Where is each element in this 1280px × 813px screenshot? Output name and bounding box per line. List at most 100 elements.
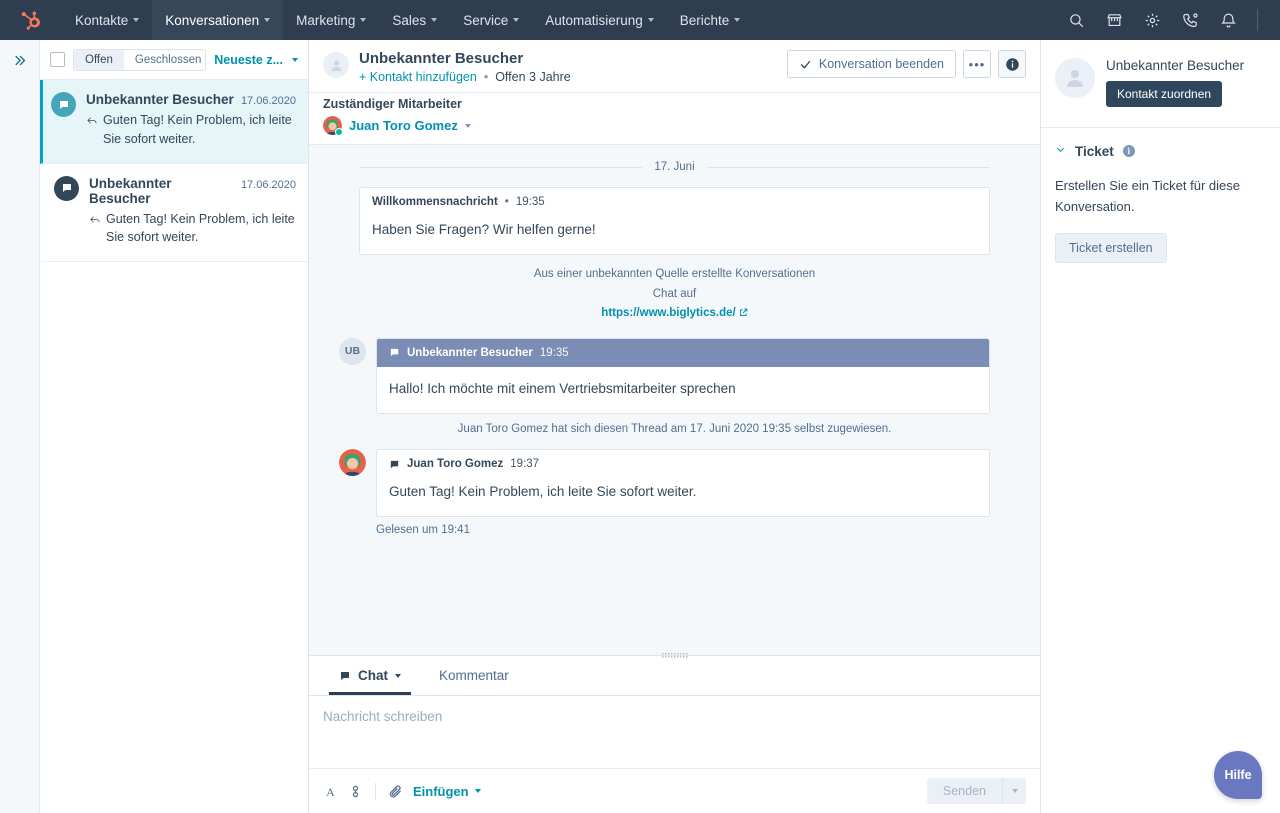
conversation-list-header: Offen Geschlossen Neueste z... [40, 40, 308, 80]
avatar [54, 176, 79, 201]
tab-chat[interactable]: Chat [329, 656, 411, 695]
chat-bubble-icon [58, 99, 70, 111]
help-widget-button[interactable]: Hilfe [1214, 751, 1262, 799]
filter-tab-geschlossen[interactable]: Geschlossen [124, 50, 206, 70]
insert-label: Einfügen [413, 784, 469, 799]
overflow-dots-icon: ••• [969, 57, 986, 72]
chevron-down-icon [1012, 789, 1018, 793]
tab-kommentar[interactable]: Kommentar [429, 656, 519, 695]
message-placeholder: Nachricht schreiben [323, 709, 1026, 724]
date-divider-label: 17. Juni [654, 161, 694, 173]
tab-label: Kommentar [439, 668, 509, 683]
expand-sidebar-button[interactable] [12, 53, 27, 813]
message-time: 19:37 [510, 458, 539, 470]
message-time: 19:35 [516, 196, 545, 208]
conversation-preview: Guten Tag! Kein Problem, ich leite Sie s… [106, 210, 296, 248]
nav-item-berichte[interactable]: Berichte [667, 0, 754, 40]
conversation-header: Unbekannter Besucher + Kontakt hinzufüge… [309, 40, 1040, 93]
phone-icon[interactable] [1173, 0, 1207, 40]
assignee-label: Zuständiger Mitarbeiter [323, 97, 1026, 111]
status-filter-tabs: Offen Geschlossen [73, 49, 206, 71]
info-icon[interactable]: i [1123, 145, 1135, 157]
nav-label: Berichte [680, 13, 730, 28]
status-text: Offen 3 Jahre [495, 70, 571, 84]
conversation-info-button[interactable] [998, 50, 1026, 78]
notifications-bell-icon[interactable] [1211, 0, 1245, 40]
send-options-button[interactable] [1002, 778, 1026, 804]
avatar [51, 92, 76, 117]
nav-item-automatisierung[interactable]: Automatisierung [532, 0, 667, 40]
message-sender: Unbekannter Besucher [407, 347, 533, 359]
agent-message-card: Juan Toro Gomez 19:37 Guten Tag! Kein Pr… [376, 449, 990, 517]
link-icon[interactable] [348, 784, 363, 799]
send-button[interactable]: Senden [927, 778, 1002, 804]
assignee-name[interactable]: Juan Toro Gomez [349, 118, 458, 133]
separator: • [484, 70, 488, 84]
conversation-list-item[interactable]: Unbekannter Besucher 17.06.2020 Guten Ta… [40, 164, 308, 263]
contact-summary: Unbekannter Besucher Kontakt zuordnen [1041, 40, 1280, 128]
read-receipt: Gelesen um 19:41 [376, 524, 1020, 536]
composer-toolbar: A Einfügen Senden [309, 768, 1040, 813]
double-chevron-right-icon [12, 53, 27, 68]
conversation-date: 17.06.2020 [241, 95, 296, 107]
nav-utility-icons [1059, 0, 1280, 40]
close-conversation-button[interactable]: Konversation beenden [787, 50, 956, 78]
agent-message-row: Juan Toro Gomez 19:37 Guten Tag! Kein Pr… [329, 449, 1020, 536]
chevron-down-icon [395, 674, 401, 678]
message-sender: Juan Toro Gomez [407, 458, 503, 470]
ticket-section: Ticket i Erstellen Sie ein Ticket für di… [1041, 128, 1280, 281]
filter-tab-offen[interactable]: Offen [74, 50, 124, 70]
search-icon[interactable] [1059, 0, 1093, 40]
text-format-icon[interactable]: A [323, 784, 338, 799]
chat-bubble-icon [389, 347, 400, 358]
nav-item-kontakte[interactable]: Kontakte [62, 0, 152, 40]
ticket-section-title: Ticket [1075, 144, 1114, 159]
create-ticket-button[interactable]: Ticket erstellen [1055, 233, 1167, 263]
left-rail [0, 40, 40, 813]
contact-sidebar: Unbekannter Besucher Kontakt zuordnen Ti… [1040, 40, 1280, 813]
chevron-down-icon [648, 18, 654, 22]
message-text: Haben Sie Fragen? Wir helfen gerne! [360, 216, 989, 254]
conversation-list-item[interactable]: Unbekannter Besucher 17.06.2020 Guten Ta… [40, 80, 308, 164]
chevron-down-icon [292, 58, 298, 62]
more-options-button[interactable]: ••• [963, 50, 991, 78]
info-icon [1005, 57, 1020, 72]
page-title: Unbekannter Besucher [359, 50, 571, 67]
settings-gear-icon[interactable] [1135, 0, 1169, 40]
attachment-clip-icon[interactable] [388, 784, 403, 799]
hubspot-logo[interactable] [0, 0, 62, 40]
marketplace-icon[interactable] [1097, 0, 1131, 40]
nav-item-service[interactable]: Service [450, 0, 532, 40]
ticket-section-header[interactable]: Ticket i [1055, 142, 1266, 160]
main-nav-items: Kontakte Konversationen Marketing Sales … [62, 0, 753, 40]
conversation-detail-panel: Unbekannter Besucher + Kontakt hinzufüge… [309, 40, 1040, 813]
visitor-message-card: Unbekannter Besucher 19:35 Hallo! Ich mö… [376, 338, 990, 414]
nav-label: Service [463, 13, 508, 28]
app-body: Offen Geschlossen Neueste z... Unbekannt… [0, 40, 1280, 813]
svg-text:A: A [326, 784, 335, 798]
nav-item-konversationen[interactable]: Konversationen [152, 0, 283, 40]
nav-item-sales[interactable]: Sales [379, 0, 450, 40]
message-input[interactable]: Nachricht schreiben [309, 696, 1040, 768]
contact-avatar [323, 52, 349, 78]
avatar: UB [339, 338, 366, 365]
top-navigation-bar: Kontakte Konversationen Marketing Sales … [0, 0, 1280, 40]
chevron-down-icon [360, 18, 366, 22]
separator: • [505, 196, 509, 208]
sort-dropdown[interactable]: Neueste z... [214, 53, 298, 67]
add-contact-link[interactable]: + Kontakt hinzufügen [359, 70, 477, 84]
composer-resize-handle[interactable] [662, 651, 688, 660]
nav-divider [1257, 9, 1258, 31]
nav-item-marketing[interactable]: Marketing [283, 0, 379, 40]
insert-dropdown[interactable]: Einfügen [413, 784, 481, 799]
source-link[interactable]: https://www.biglytics.de/ [601, 307, 735, 319]
chevron-down-icon [1055, 142, 1066, 160]
chevron-down-icon[interactable] [465, 124, 471, 128]
message-text: Guten Tag! Kein Problem, ich leite Sie s… [377, 478, 989, 516]
conversation-name: Unbekannter Besucher [86, 92, 235, 107]
ticket-description: Erstellen Sie ein Ticket für diese Konve… [1055, 176, 1266, 218]
nav-label: Marketing [296, 13, 355, 28]
assign-contact-button[interactable]: Kontakt zuordnen [1106, 81, 1222, 107]
select-all-checkbox[interactable] [50, 52, 65, 67]
hubspot-sprocket-logo-icon [20, 9, 42, 31]
